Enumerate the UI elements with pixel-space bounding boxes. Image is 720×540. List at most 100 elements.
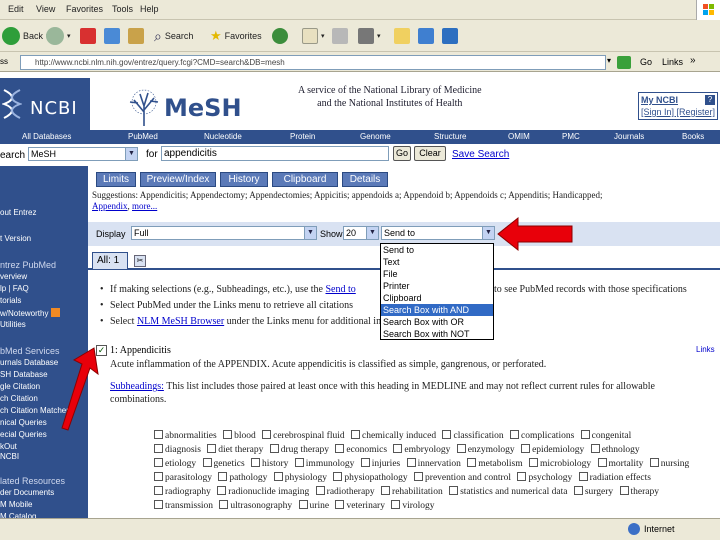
mesh-logo[interactable]: MeSH [124,88,264,128]
subheading-physiopathology[interactable]: physiopathology [333,472,408,483]
send-to-link[interactable]: Send to [326,284,356,295]
menu-view[interactable]: View [36,4,55,14]
checkbox[interactable] [217,486,227,495]
checkbox[interactable] [273,472,283,481]
address-dropdown-icon[interactable]: ▾ [607,56,611,65]
subheading-physiology[interactable]: physiology [273,472,327,483]
checkbox[interactable] [597,458,607,467]
tab-history[interactable]: History [220,172,268,187]
checkbox[interactable] [333,472,343,481]
links-label[interactable]: Links [662,57,683,67]
sidebar-item-overview[interactable]: verview [0,272,27,281]
subheading-radiotherapy[interactable]: radiotherapy [315,486,375,497]
result-title[interactable]: 1: Appendicitis [110,345,171,356]
checkbox[interactable] [578,472,588,481]
back-button[interactable]: Back ▾ [2,26,50,46]
send-to-option-search-or[interactable]: Search Box with OR [381,316,493,328]
sidebar-item-batch-citation[interactable]: ch Citation [0,394,38,403]
nav-books[interactable]: Books [682,132,704,141]
checkbox[interactable] [335,500,345,509]
subheading-pathology[interactable]: pathology [218,472,267,483]
send-to-option-clipboard[interactable]: Clipboard [381,292,493,304]
subheading-mortality[interactable]: mortality [597,458,643,469]
subheading-injuries[interactable]: injuries [360,458,400,469]
nav-genome[interactable]: Genome [360,132,391,141]
checkbox[interactable] [223,430,233,439]
forward-button[interactable]: ▾ [46,26,71,46]
checkbox[interactable] [269,444,279,453]
favorites-button[interactable]: ★ Favorites [210,26,262,46]
messenger-button[interactable] [418,26,434,46]
tab-clipboard[interactable]: Clipboard [272,172,338,187]
sidebar-item-linkout[interactable]: kOut [0,442,17,451]
suggestion-more-link[interactable]: more... [132,201,157,211]
subheading-classification[interactable]: classification [442,430,504,441]
subheading-chemically-induced[interactable]: chemically induced [350,430,436,441]
subheading-prevention-and-control[interactable]: prevention and control [414,472,511,483]
checkbox[interactable] [590,444,600,453]
subheading-etiology[interactable]: etiology [154,458,196,469]
nav-nucleotide[interactable]: Nucleotide [204,132,242,141]
clear-button[interactable]: Clear [414,146,446,161]
search-input[interactable]: appendicitis [161,146,389,161]
checkbox[interactable] [521,444,531,453]
sidebar-item-special-queries[interactable]: ecial Queries [0,430,47,439]
checkbox[interactable] [619,486,629,495]
mail-button[interactable]: ▾ [302,26,325,46]
menu-help[interactable]: Help [140,4,159,14]
checkbox[interactable] [580,430,590,439]
checkbox[interactable] [509,430,519,439]
subheading-innervation[interactable]: innervation [406,458,461,469]
subheading-embryology[interactable]: embryology [393,444,450,455]
checkbox[interactable] [202,458,212,467]
sidebar-item-text-version[interactable]: t Version [0,234,31,243]
subheading-diet-therapy[interactable]: diet therapy [207,444,263,455]
subheading-veterinary[interactable]: veterinary [335,500,385,511]
checkbox[interactable] [517,472,527,481]
subheading-congenital[interactable]: congenital [580,430,631,441]
nav-pmc[interactable]: PMC [562,132,580,141]
checkbox[interactable] [154,486,163,495]
subheading-microbiology[interactable]: microbiology [528,458,591,469]
checkbox[interactable] [219,500,229,509]
send-to-select[interactable]: Send to ▼ [381,226,495,240]
subheading-history[interactable]: history [251,458,288,469]
checkbox[interactable] [528,458,538,467]
subheading-diagnosis[interactable]: diagnosis [154,444,201,455]
menu-favorites[interactable]: Favorites [66,4,103,14]
address-input[interactable]: http://www.ncbi.nlm.nih.gov/entrez/query… [20,55,606,70]
chevron-right-icon[interactable]: » [690,55,696,66]
tab-details[interactable]: Details [342,172,388,187]
checkbox[interactable] [573,486,583,495]
edit-button[interactable]: ▾ [358,26,381,46]
checkbox[interactable] [154,444,163,453]
subheading-epidemiology[interactable]: epidemiology [521,444,584,455]
send-to-option-printer[interactable]: Printer [381,280,493,292]
sidebar-item-single-citation[interactable]: gle Citation [0,382,40,391]
subheading-transmission[interactable]: transmission [154,500,213,511]
checkbox[interactable] [262,430,272,439]
suggestion-appendix-link[interactable]: Appendix [92,201,128,211]
refresh-button[interactable] [104,26,120,46]
checkbox[interactable] [442,430,452,439]
subheading-statistics[interactable]: statistics and numerical data [449,486,567,497]
checkbox[interactable] [154,500,163,509]
send-to-option-search-and[interactable]: Search Box with AND [381,304,493,316]
sidebar-item-batch-citation-matcher[interactable]: ch Citation Matcher [0,406,69,415]
checkbox[interactable] [154,430,163,439]
subheading-urine[interactable]: urine [298,500,329,511]
save-search-link[interactable]: Save Search [452,149,509,160]
checkbox[interactable] [294,458,304,467]
help-icon[interactable]: ? [705,95,715,105]
extra-button[interactable] [442,26,458,46]
clear-tab-icon[interactable]: ✂ [134,255,146,267]
subheading-parasitology[interactable]: parasitology [154,472,212,483]
subheading-psychology[interactable]: psychology [517,472,572,483]
checkbox[interactable] [449,486,459,495]
nav-omim[interactable]: OMIM [508,132,530,141]
subheading-radiography[interactable]: radiography [154,486,211,497]
send-to-option-header[interactable]: Send to [381,244,493,256]
checkbox[interactable] [467,458,477,467]
sidebar-item-help-faq[interactable]: lp | FAQ [0,284,29,293]
sidebar-item-clinical-queries[interactable]: nical Queries [0,418,47,427]
